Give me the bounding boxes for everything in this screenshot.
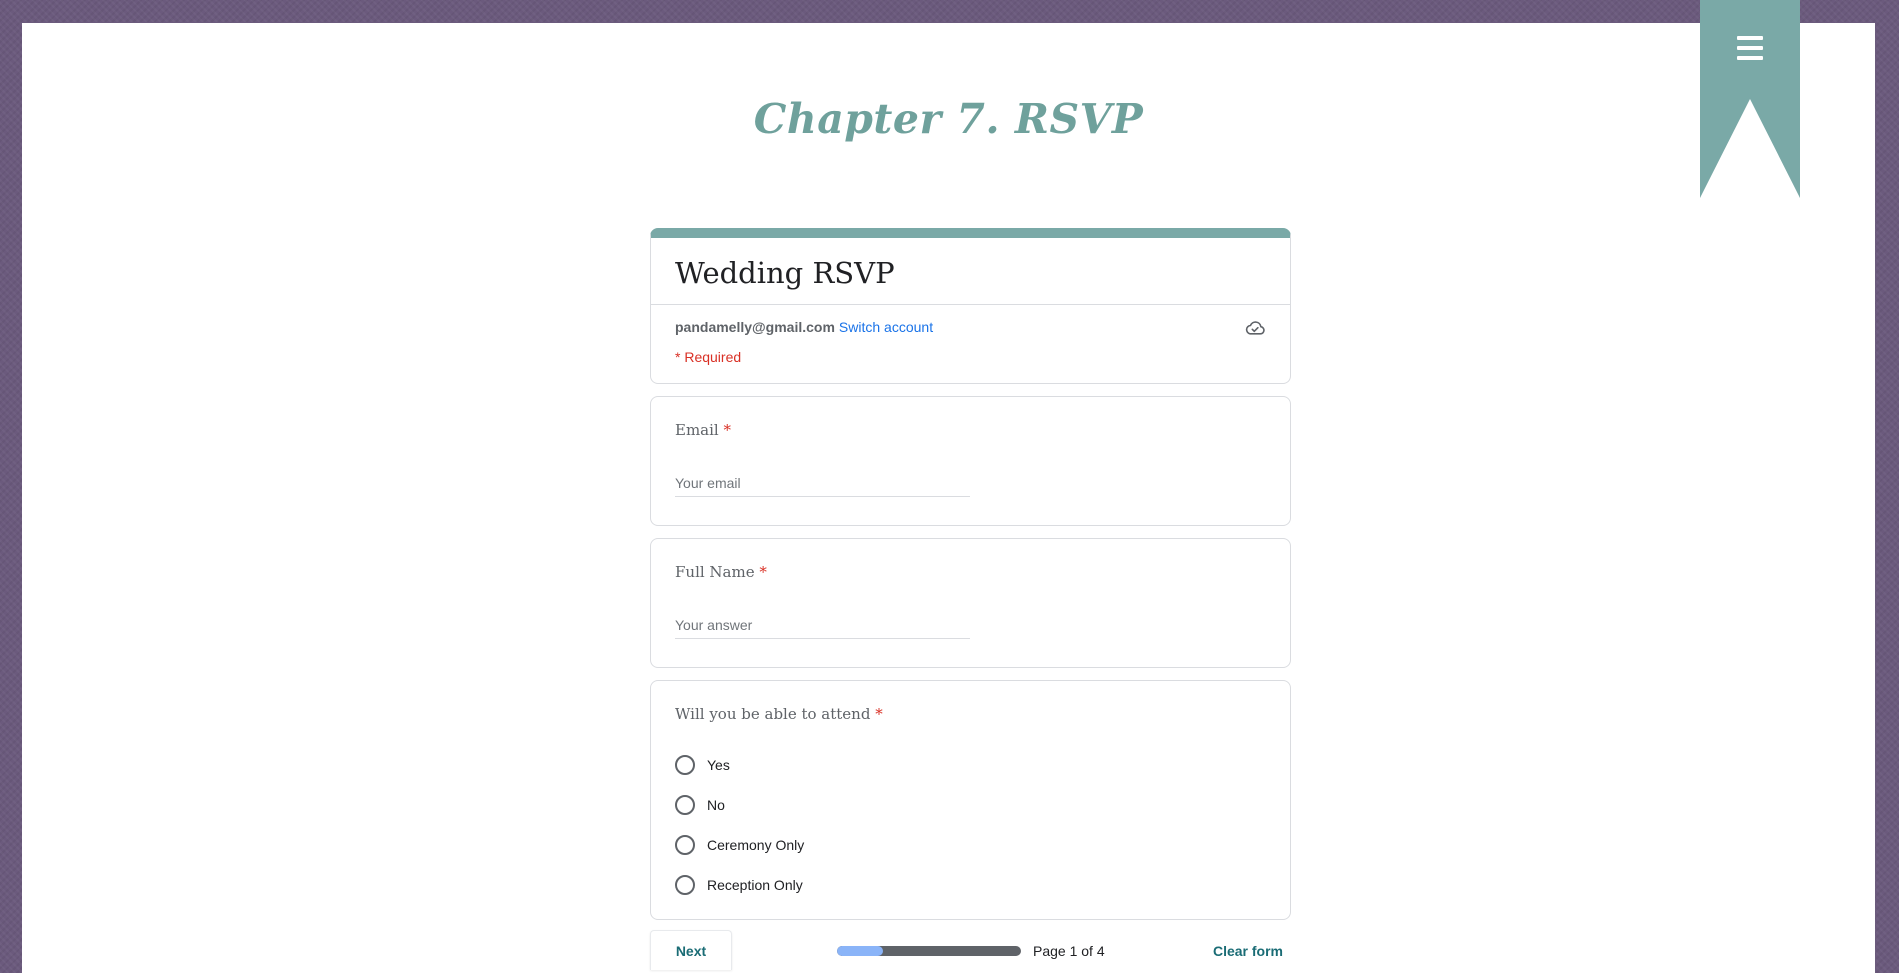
hamburger-menu-icon[interactable] — [1735, 33, 1765, 63]
form-footer: Next Page 1 of 4 Clear form — [650, 930, 1291, 970]
question-label: Will you be able to attend — [675, 705, 871, 723]
form-container: Wedding RSVP pandamelly@gmail.com Switch… — [650, 228, 1291, 970]
menu-bar — [1737, 56, 1763, 60]
form-header-card: Wedding RSVP pandamelly@gmail.com Switch… — [650, 228, 1291, 384]
required-star: * — [723, 421, 732, 439]
email-input[interactable] — [675, 473, 970, 497]
required-star: * — [875, 705, 883, 723]
radio-button[interactable] — [675, 795, 695, 815]
progress-bar — [837, 946, 1021, 956]
progress-bar-fill — [837, 946, 883, 956]
attendance-options: Yes No Ceremony Only Reception Only — [675, 745, 1266, 905]
radio-option-reception-only[interactable]: Reception Only — [675, 865, 1266, 905]
radio-option-label: Ceremony Only — [707, 837, 805, 853]
cloud-save-icon[interactable] — [1244, 319, 1266, 337]
site-title: Chapter 7. RSVP — [753, 95, 1144, 143]
page-surface: Chapter 7. RSVP Wedding RSVP pandamelly@… — [22, 23, 1875, 973]
clear-form-button[interactable]: Clear form — [1213, 943, 1283, 959]
radio-option-ceremony-only[interactable]: Ceremony Only — [675, 825, 1266, 865]
radio-option-label: Reception Only — [707, 877, 803, 893]
radio-button[interactable] — [675, 755, 695, 775]
radio-option-no[interactable]: No — [675, 785, 1266, 825]
radio-option-label: Yes — [707, 757, 730, 773]
radio-option-yes[interactable]: Yes — [675, 745, 1266, 785]
form-title: Wedding RSVP — [651, 238, 1290, 305]
question-card-attendance: Will you be able to attend * Yes No Cere… — [650, 680, 1291, 920]
radio-option-label: No — [707, 797, 725, 813]
required-star: * — [759, 563, 767, 581]
full-name-input[interactable] — [675, 615, 970, 639]
question-title: Email * — [675, 421, 1266, 439]
radio-button[interactable] — [675, 875, 695, 895]
account-email: pandamelly@gmail.com — [675, 319, 835, 335]
menu-bar — [1737, 36, 1763, 40]
question-label: Full Name — [675, 563, 755, 581]
radio-button[interactable] — [675, 835, 695, 855]
required-note: * Required — [675, 349, 742, 365]
next-button[interactable]: Next — [650, 930, 732, 970]
question-label: Email — [675, 421, 719, 439]
question-title: Full Name * — [675, 563, 1266, 581]
page-indicator: Page 1 of 4 — [1033, 943, 1105, 959]
question-title: Will you be able to attend * — [675, 705, 1266, 723]
question-card-email: Email * — [650, 396, 1291, 526]
question-card-full-name: Full Name * — [650, 538, 1291, 668]
account-row: pandamelly@gmail.com Switch account — [651, 305, 1290, 335]
switch-account-link[interactable]: Switch account — [839, 319, 933, 335]
menu-bar — [1737, 46, 1763, 50]
